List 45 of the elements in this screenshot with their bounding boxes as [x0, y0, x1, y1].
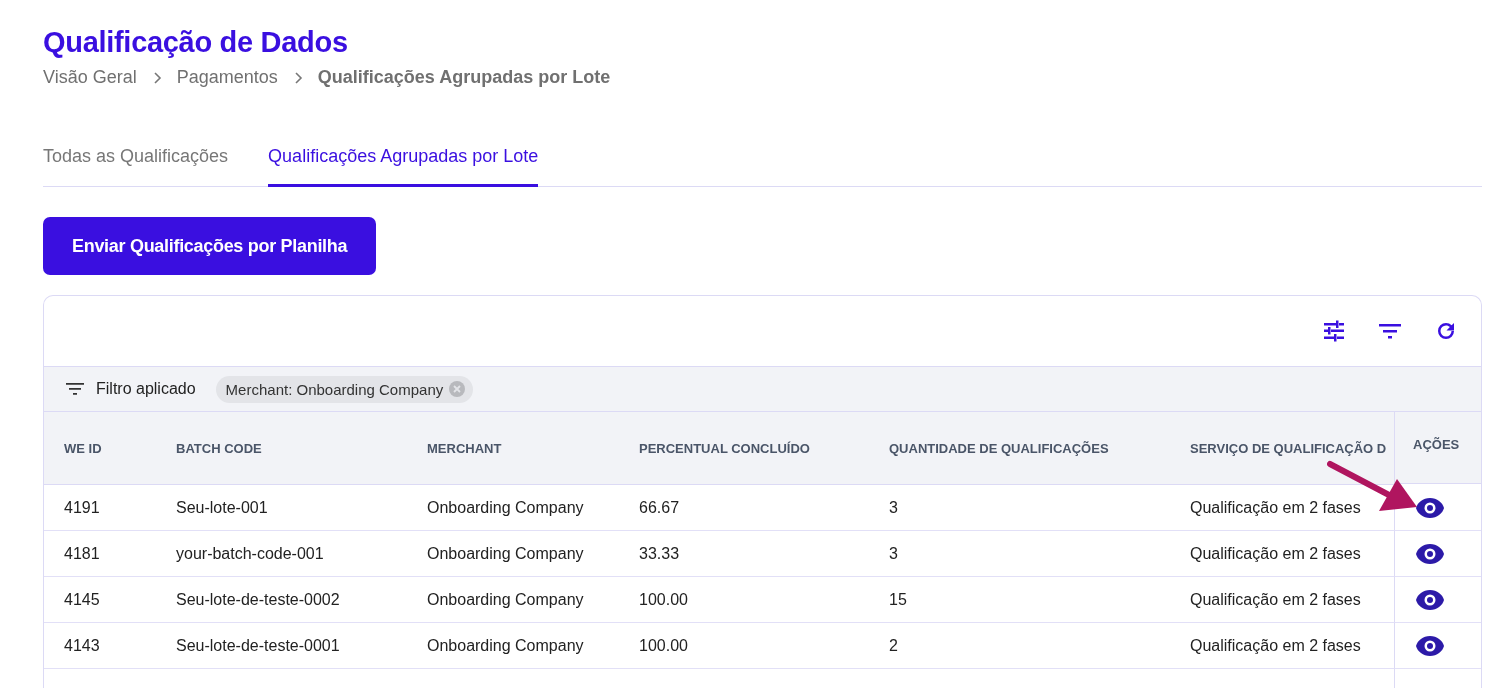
table-cell: 4191: [44, 485, 156, 531]
table-cell: 33.33: [619, 531, 869, 577]
table-cell: Onboarding Company: [407, 531, 619, 577]
column-header: WE ID: [44, 412, 156, 485]
view-icon[interactable]: [1415, 634, 1445, 657]
view-icon[interactable]: [1415, 496, 1445, 519]
view-icon[interactable]: [1415, 542, 1445, 565]
table-cell: Onboarding Company: [407, 623, 619, 669]
column-header: QUANTIDADE DE QUALIFICAÇÕES: [869, 412, 1170, 485]
breadcrumb-link[interactable]: Visão Geral: [43, 67, 137, 88]
tab[interactable]: Todas as Qualificações: [43, 146, 229, 187]
table-cell: 2: [869, 623, 1170, 669]
table-cell: Qualificação em 2 fases: [1170, 531, 1394, 577]
table-cell: Seu-lote-de-teste-0001: [156, 623, 407, 669]
column-header: AÇÕES: [1394, 412, 1481, 484]
page-title: Qualificação de Dados: [43, 26, 349, 59]
table-cell: Onboarding Company: [407, 577, 619, 623]
table-cell: 4181: [44, 531, 156, 577]
table-cell: 3: [869, 485, 1170, 531]
table-cell: 100.00: [619, 623, 869, 669]
filter-icon: [66, 382, 84, 396]
sliders-icon[interactable]: [1321, 318, 1347, 344]
table-cell: Seu-lote-001: [156, 485, 407, 531]
table-cell: Qualificação em 2 fases: [1170, 623, 1394, 669]
filter-label: Filtro aplicado: [96, 380, 196, 398]
breadcrumb-link[interactable]: Pagamentos: [176, 67, 278, 88]
column-header: BATCH CODE: [156, 412, 407, 485]
filter-chip[interactable]: Merchant: Onboarding Company: [215, 375, 474, 403]
column-header: MERCHANT: [407, 412, 619, 485]
column-header: SERVIÇO DE QUALIFICAÇÃO D: [1170, 412, 1394, 485]
table-cell: 100.00: [619, 577, 869, 623]
table-cell: 3: [869, 531, 1170, 577]
upload-button[interactable]: Enviar Qualificações por Planilha: [43, 217, 377, 275]
table-cell: Onboarding Company: [407, 485, 619, 531]
table-cell: Seu-lote-de-teste-0002: [156, 577, 407, 623]
table-cell: Qualificação em 2 fases: [1170, 577, 1394, 623]
tab[interactable]: Qualificações Agrupadas por Lote: [268, 146, 539, 187]
table-cell: 66.67: [619, 485, 869, 531]
table-cell: 4145: [44, 577, 156, 623]
breadcrumb-link[interactable]: Qualificações Agrupadas por Lote: [317, 67, 611, 88]
view-icon[interactable]: [1415, 588, 1445, 611]
column-header: PERCENTUAL CONCLUÍDO: [619, 412, 869, 485]
table-cell: your-batch-code-001: [156, 531, 407, 577]
table-cell: 15: [869, 577, 1170, 623]
table-cell: 4143: [44, 623, 156, 669]
